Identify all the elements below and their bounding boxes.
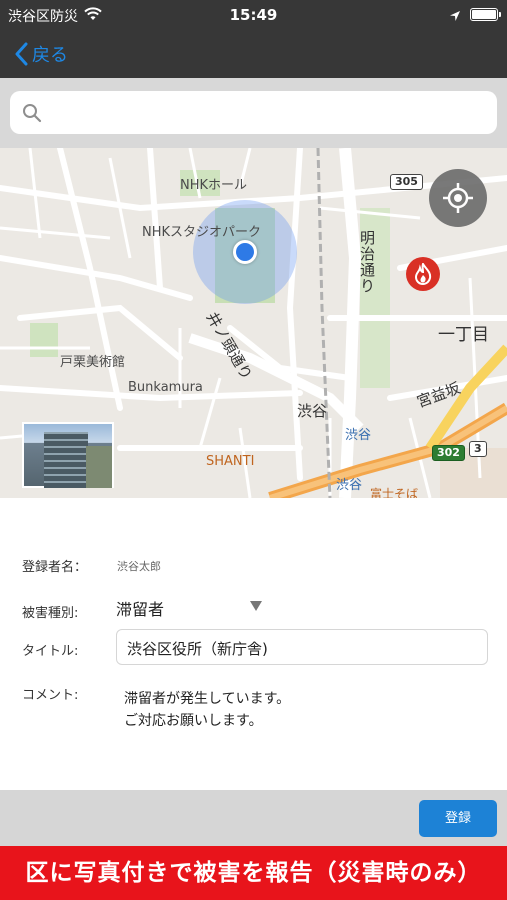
damage-type-select[interactable]: 滞留者 [116, 594, 266, 619]
crosshair-icon [443, 183, 473, 213]
submit-area: 登録 [0, 790, 507, 846]
promo-banner: 区に写真付きで被害を報告（災害時のみ） [0, 846, 507, 900]
fire-marker-icon[interactable] [406, 257, 440, 291]
register-button[interactable]: 登録 [419, 800, 497, 837]
title-label: タイトル: [22, 644, 79, 659]
map-label-bunkamura: Bunkamura [128, 380, 203, 395]
map-label-meiji-dori: 明治通り [360, 229, 376, 295]
map-label-museum: 戸栗美術館 [60, 355, 126, 370]
comment-textarea[interactable]: 滞留者が発生しています。 ご対応お願いします。 [116, 688, 488, 778]
status-bar: 渋谷区防災 15:49 [0, 0, 507, 30]
map-label-shibuya-station-2: 渋谷 [336, 478, 363, 493]
back-label: 戻る [32, 45, 68, 66]
map-label-itchome: 一丁目 [438, 325, 489, 345]
current-location-dot [233, 240, 257, 264]
search-bar[interactable] [10, 91, 497, 134]
title-input[interactable]: 渋谷区役所（新庁舎) [116, 629, 488, 665]
comment-line-2: ご対応お願いします。 [124, 713, 263, 729]
battery-icon [470, 8, 501, 21]
map-label-nhk-studio-park: NHKスタジオパーク [142, 225, 262, 240]
damage-type-value: 滞留者 [116, 600, 165, 619]
clock: 15:49 [229, 6, 278, 24]
search-icon [22, 103, 42, 127]
map-label-fuji-soba: 富士そば [370, 487, 419, 498]
route-shield-302: 302 [432, 445, 465, 461]
title-input-value: 渋谷区役所（新庁舎) [127, 640, 268, 658]
dropdown-triangle-icon [250, 601, 262, 611]
navigation-bar: 戻る [0, 30, 507, 78]
location-arrow-icon [449, 7, 461, 26]
search-input[interactable] [52, 97, 482, 128]
comment-label: コメント: [22, 688, 79, 703]
map-label-nhk-hall: NHKホール [180, 178, 248, 193]
damage-type-label: 被害種別: [22, 606, 79, 621]
search-area [0, 78, 507, 148]
locate-me-button[interactable] [429, 169, 487, 227]
map-label-shibuya: 渋谷 [297, 402, 328, 420]
map-label-shibuya-station: 渋谷 [345, 428, 372, 443]
route-shield-3: 3 [469, 441, 487, 457]
comment-line-1: 滞留者が発生しています。 [124, 691, 291, 707]
chevron-left-icon [15, 42, 28, 66]
map-view[interactable]: NHKホール NHKスタジオパーク 戸栗美術館 Bunkamura 渋谷 渋谷 … [0, 148, 507, 498]
registrant-value: 渋谷太郎 [117, 560, 161, 573]
map-label-shanti: SHANTI [206, 454, 255, 469]
photo-thumbnail[interactable] [22, 422, 114, 488]
report-form: 登録者名： 渋谷太郎 被害種別: 滞留者 タイトル: 渋谷区役所（新庁舎) コメ… [0, 498, 507, 790]
registrant-label: 登録者名： [22, 560, 88, 575]
route-shield-305: 305 [390, 174, 423, 190]
back-button[interactable]: 戻る [14, 40, 68, 68]
